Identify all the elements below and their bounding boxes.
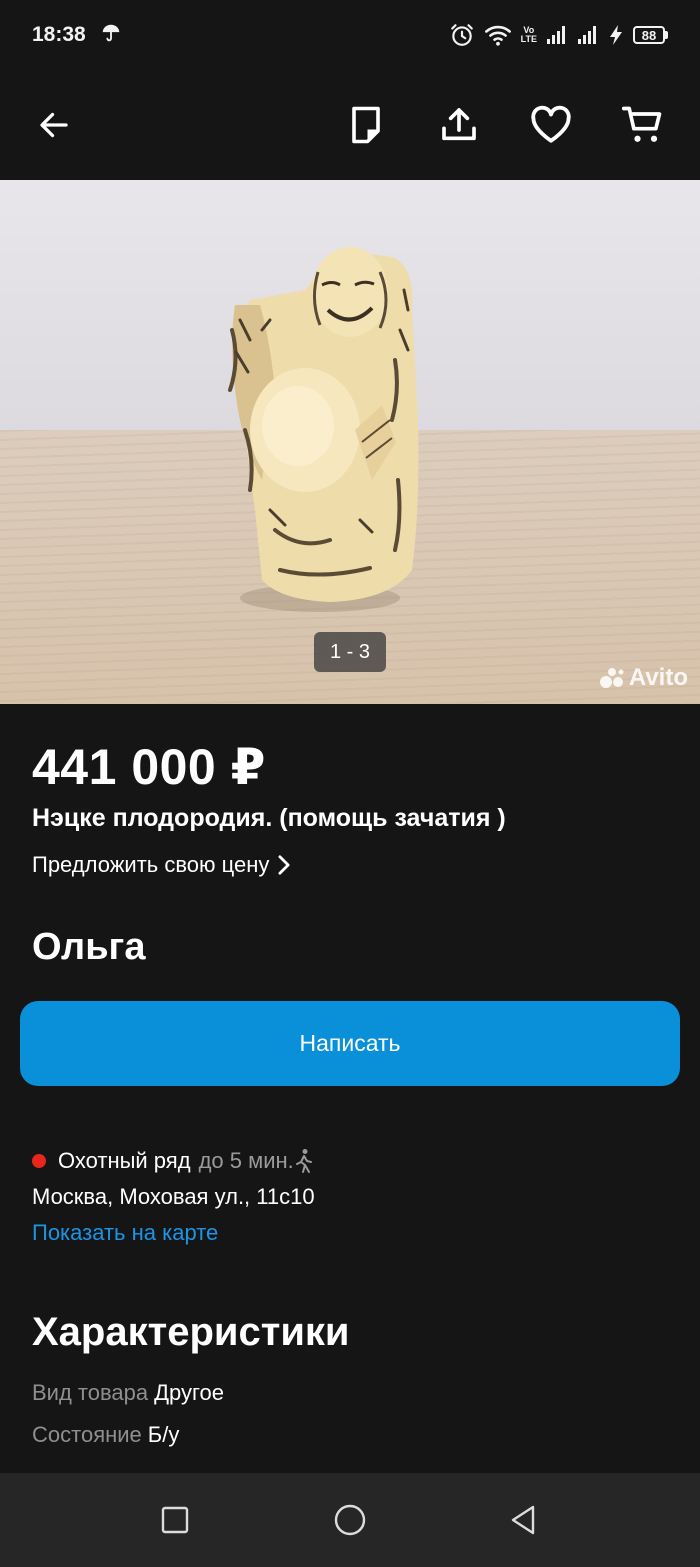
product-photo-gallery[interactable]: 1 - 3 Avito [0,180,700,704]
price: 441 000 ₽ [32,739,266,795]
metro-walk-time: до 5 мин. [198,1148,294,1173]
battery-tip [665,31,668,39]
avito-logo-icon [599,668,624,688]
metro-info: Охотный ряд до 5 мин. [32,1148,314,1174]
square-recents-icon [161,1506,189,1534]
share-icon [442,108,476,141]
offer-price-link[interactable]: Предложить свою цену [32,852,291,878]
metro-station: Охотный ряд [58,1148,191,1173]
back-nav-button[interactable] [503,1500,543,1540]
netsuke-figurine-image [228,247,419,612]
note-icon [352,106,380,144]
characteristic-row: Состояние Б/у [32,1422,179,1448]
characteristic-value: Другое [154,1380,225,1405]
system-navigation-bar [0,1473,700,1567]
status-bar-left: 18:38 [32,22,122,49]
status-bar: 18:38 Vo LTE 88 [0,0,700,70]
chevron-right-icon [278,855,290,875]
photo-counter: 1 - 3 [314,632,386,672]
volte-bottom: LTE [520,34,537,44]
characteristic-row: Вид товара Другое [32,1380,224,1406]
volte-indicator: Vo LTE [521,26,537,44]
back-button[interactable] [29,100,79,150]
top-toolbar [0,70,700,180]
seller-name[interactable]: Ольга [32,926,146,969]
alarm-icon [449,22,475,48]
triangle-back-icon [511,1505,535,1535]
battery-level: 88 [633,26,665,44]
share-button[interactable] [434,100,484,150]
favorite-button[interactable] [526,100,576,150]
signal-icon [577,25,599,45]
status-time: 18:38 [32,23,86,46]
show-on-map-link[interactable]: Показать на карте [32,1220,218,1246]
characteristic-key: Состояние [32,1422,142,1447]
characteristic-value: Б/у [147,1422,180,1447]
wifi-icon [484,23,512,47]
cart-button[interactable] [618,100,668,150]
listing-title: Нэцке плодородия. (помощь зачатия ) [32,804,506,832]
characteristics-title: Характеристики [32,1310,350,1354]
offer-price-label: Предложить свою цену [32,852,270,877]
heart-icon [531,105,571,143]
note-button[interactable] [341,100,391,150]
avito-watermark: Avito [599,664,688,692]
metro-line-dot [32,1154,46,1168]
cart-icon [621,106,662,142]
walking-person-icon [295,1149,312,1173]
home-button[interactable] [330,1500,370,1540]
watermark-text: Avito [628,664,688,691]
circle-home-icon [334,1504,366,1536]
write-message-button[interactable]: Написать [20,1001,680,1086]
characteristic-key: Вид товара [32,1380,149,1405]
back-arrow-icon [40,112,68,138]
status-bar-right: Vo LTE 88 [449,22,668,48]
charging-icon [608,24,624,46]
umbrella-icon [100,22,122,49]
recents-button[interactable] [155,1500,195,1540]
battery-icon: 88 [633,26,668,44]
address: Москва, Моховая ул., 11с10 [32,1184,315,1209]
signal-icon [546,25,568,45]
